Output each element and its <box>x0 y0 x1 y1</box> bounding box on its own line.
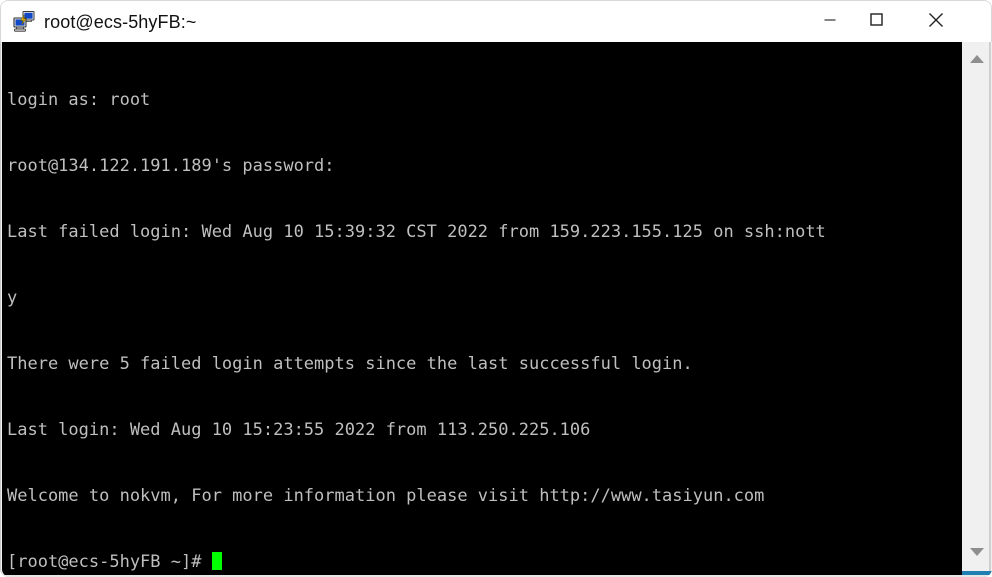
terminal-line: Last failed login: Wed Aug 10 15:39:32 C… <box>7 222 826 242</box>
terminal-line: Welcome to nokvm, For more information p… <box>7 486 765 506</box>
maximize-icon <box>869 13 883 31</box>
terminal-output: login as: root root@134.122.191.189's pa… <box>7 45 959 577</box>
terminal-line: root@134.122.191.189's password: <box>7 156 335 176</box>
close-icon <box>928 12 944 33</box>
terminal-line: There were 5 failed login attempts since… <box>7 354 693 374</box>
terminal-cursor <box>211 552 222 570</box>
terminal-screen[interactable]: login as: root root@134.122.191.189's pa… <box>2 42 961 577</box>
scroll-down-button[interactable] <box>962 537 991 567</box>
terminal-prompt-line: [root@ecs-5hyFB ~]# <box>7 551 959 573</box>
shell-prompt: [root@ecs-5hyFB ~]# <box>7 552 212 572</box>
minimize-button[interactable] <box>807 1 853 43</box>
putty-icon <box>12 10 36 34</box>
terminal-line: Last login: Wed Aug 10 15:23:55 2022 fro… <box>7 420 591 440</box>
maximize-button[interactable] <box>853 1 899 43</box>
scroll-up-button[interactable] <box>962 44 991 74</box>
scroll-down-icon <box>969 548 984 556</box>
scroll-up-icon <box>969 55 984 63</box>
scrollbar-edge <box>989 42 991 577</box>
terminal-scrollbar[interactable] <box>961 42 991 577</box>
title-bar[interactable]: root@ecs-5hyFB:~ <box>0 0 992 42</box>
terminal-area: login as: root root@134.122.191.189's pa… <box>0 42 992 577</box>
close-button[interactable] <box>913 1 959 43</box>
putty-window: root@ecs-5hyFB:~ login as: root root@134… <box>0 0 992 577</box>
minimize-icon <box>824 13 836 31</box>
scrollbar-track[interactable] <box>963 74 991 535</box>
terminal-line: y <box>7 288 18 308</box>
terminal-line: login as: root <box>7 90 151 110</box>
window-title: root@ecs-5hyFB:~ <box>44 12 197 32</box>
